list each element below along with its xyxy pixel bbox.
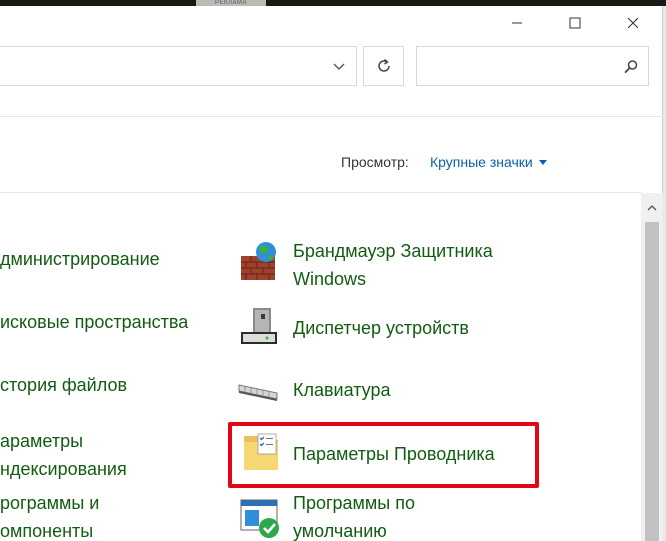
item-programs-features[interactable]: рограммы и омпоненты xyxy=(0,489,99,541)
keyboard-icon[interactable] xyxy=(237,365,285,413)
item-firewall[interactable]: Брандмауэр Защитника Windows xyxy=(293,237,493,293)
content-divider xyxy=(0,192,641,193)
address-dropdown-button[interactable] xyxy=(326,59,352,75)
highlight-frame xyxy=(228,422,539,488)
firewall-icon[interactable] xyxy=(237,238,285,286)
maximize-icon xyxy=(569,17,581,29)
item-device-manager[interactable]: Диспетчер устройств xyxy=(293,314,469,342)
toolbar-divider xyxy=(0,116,663,117)
item-label-line1: Программы по xyxy=(293,493,415,513)
search-icon[interactable] xyxy=(623,59,639,75)
item-label-line2: умолчанию xyxy=(293,521,387,541)
close-icon xyxy=(627,17,639,29)
item-indexing-options[interactable]: араметры ндексирования xyxy=(0,427,127,483)
chevron-up-icon xyxy=(647,205,657,211)
item-label-line2: Windows xyxy=(293,269,367,289)
item-label-line1: Брандмауэр Защитника xyxy=(293,241,493,261)
search-box[interactable] xyxy=(416,46,649,86)
caret-down-icon xyxy=(538,159,547,165)
maximize-button[interactable] xyxy=(546,6,604,40)
minimize-button[interactable] xyxy=(488,6,546,40)
refresh-icon xyxy=(377,58,390,72)
item-label: Диспетчер устройств xyxy=(293,318,469,338)
device-manager-icon[interactable] xyxy=(237,304,285,352)
default-programs-icon[interactable] xyxy=(237,494,285,541)
search-input[interactable] xyxy=(423,55,613,77)
item-label: Клавиатура xyxy=(293,380,391,400)
item-keyboard[interactable]: Клавиатура xyxy=(293,376,391,404)
item-label-line1: рограммы и xyxy=(0,493,100,513)
close-button[interactable] xyxy=(604,6,662,40)
item-label: дминистрирование xyxy=(0,249,160,269)
item-label-line2: омпоненты xyxy=(0,521,94,541)
refresh-button[interactable] xyxy=(363,46,404,86)
item-administration[interactable]: дминистрирование xyxy=(0,245,160,273)
item-label: стория файлов xyxy=(0,375,128,395)
item-label-line1: араметры xyxy=(0,431,84,451)
view-label: Просмотр: xyxy=(341,154,409,170)
item-default-programs[interactable]: Программы по умолчанию xyxy=(293,489,415,541)
control-panel-window: Просмотр: Крупные значки дминистрировани… xyxy=(0,6,663,541)
item-storage-spaces[interactable]: исковые пространства xyxy=(0,308,188,336)
item-label: исковые пространства xyxy=(0,312,189,332)
chevron-down-icon xyxy=(333,63,345,70)
minimize-icon xyxy=(512,22,522,24)
window-controls xyxy=(488,6,662,40)
view-mode-dropdown[interactable]: Крупные значки xyxy=(430,154,547,170)
scroll-up-button[interactable] xyxy=(641,197,663,219)
address-bar[interactable] xyxy=(0,46,357,86)
item-file-history[interactable]: стория файлов xyxy=(0,371,127,399)
view-mode-value: Крупные значки xyxy=(430,154,533,170)
item-label-line2: ндексирования xyxy=(0,459,127,479)
scrollbar-thumb[interactable] xyxy=(645,222,659,541)
